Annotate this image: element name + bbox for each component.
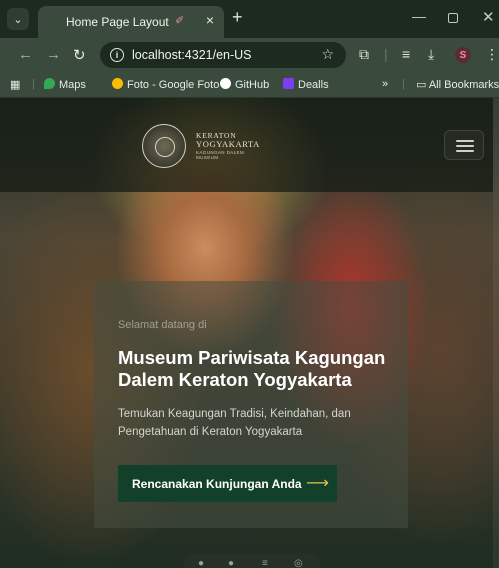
minimize-icon[interactable]: —	[412, 8, 426, 24]
hamburger-icon	[456, 150, 474, 152]
hero-welcome-text: Selamat datang di	[118, 319, 207, 331]
close-window-icon[interactable]: ✕	[482, 8, 495, 26]
page-scrollbar[interactable]	[493, 98, 499, 568]
maximize-icon[interactable]	[448, 13, 458, 23]
dock-icon[interactable]: ●	[198, 558, 204, 568]
reload-icon[interactable]: ↻	[73, 46, 86, 64]
dock-icon[interactable]: ◎	[294, 558, 303, 568]
dealls-icon	[283, 78, 294, 89]
apps-grid-icon[interactable]: ▦	[10, 78, 20, 91]
more-bookmarks-button[interactable]: »	[382, 78, 388, 90]
hero-subtitle: Temukan Keagungan Tradisi, Keindahan, da…	[118, 408, 351, 438]
bookmark-dealls[interactable]: Dealls	[283, 78, 329, 91]
bookmark-label: Foto - Google Foto	[127, 79, 220, 91]
address-bar[interactable]: i localhost:4321/en-US ☆	[100, 42, 346, 68]
bookmark-star-icon[interactable]: ☆	[321, 46, 334, 63]
bookmark-label: GitHub	[235, 79, 270, 91]
plan-visit-label: Rencanakan Kunjungan Anda	[132, 477, 302, 491]
dock-icon[interactable]: ≡	[262, 558, 268, 568]
github-icon	[220, 78, 231, 89]
folder-icon: ▭	[416, 79, 429, 91]
url-text[interactable]: localhost:4321/en-US	[132, 48, 252, 62]
bookmark-maps[interactable]: Maps	[44, 78, 86, 91]
tab-title: Home Page Layout	[66, 15, 169, 29]
hamburger-icon	[456, 140, 474, 142]
bookmark-label: Dealls	[298, 79, 329, 91]
reading-list-icon[interactable]: ≡	[402, 46, 410, 62]
all-bookmarks-label: All Bookmarks	[428, 79, 499, 91]
back-icon[interactable]: ←	[18, 46, 33, 63]
web-page: KERATON YOGYAKARTA KAGUNGAN DALEM MUSEUM…	[0, 98, 499, 568]
maps-icon	[44, 78, 55, 89]
download-icon[interactable]: ⤓	[428, 46, 434, 63]
bookmark-google-photos[interactable]: Foto - Google Foto	[112, 78, 219, 91]
logo-text-museum: MUSEUM	[196, 155, 219, 160]
bookmarks-divider: |	[402, 78, 405, 90]
browser-menu-icon[interactable]: ⋮	[485, 46, 499, 63]
floating-dock: ● ● ≡ ◎	[184, 554, 320, 568]
hero-card: Selamat datang di Museum Pariwisata Kagu…	[94, 281, 408, 528]
hamburger-menu-button[interactable]	[444, 130, 484, 160]
tab-search-button[interactable]: ⌄	[7, 8, 29, 30]
new-tab-button[interactable]: +	[232, 7, 243, 28]
toolbar-divider: |	[384, 46, 388, 62]
browser-tab-bar: ⌄ Home Page Layout ✐ × + — ✕	[0, 0, 499, 38]
browser-tab[interactable]: Home Page Layout ✐ ×	[38, 6, 224, 38]
profile-avatar[interactable]: S	[455, 47, 471, 63]
extensions-icon[interactable]: ⧉	[359, 46, 369, 63]
bookmark-github[interactable]: GitHub	[220, 78, 269, 91]
arrow-right-icon: ⟶	[306, 475, 329, 492]
bookmarks-bar: ▦ | Maps Foto - Google Foto GitHub Deall…	[0, 72, 499, 98]
close-tab-icon[interactable]: ×	[206, 12, 214, 28]
site-info-icon[interactable]: i	[110, 48, 124, 62]
browser-toolbar: ← → ↻ i localhost:4321/en-US ☆ ⧉ | ≡ ⤓ S…	[0, 38, 499, 72]
site-header: KERATON YOGYAKARTA KAGUNGAN DALEM MUSEUM	[0, 98, 493, 192]
tab-emoji-icon: ✐	[175, 15, 185, 27]
logo-text-yogyakarta[interactable]: YOGYAKARTA	[196, 139, 260, 149]
plan-visit-button[interactable]: Rencanakan Kunjungan Anda ⟶	[118, 465, 337, 502]
photos-icon	[112, 78, 123, 89]
all-bookmarks-button[interactable]: ▭ All Bookmarks	[416, 78, 499, 91]
hamburger-icon	[456, 145, 474, 147]
bookmark-label: Maps	[59, 79, 86, 91]
dock-icon[interactable]: ●	[228, 558, 234, 568]
keraton-logo-icon[interactable]	[142, 124, 186, 168]
bookmarks-divider: |	[32, 78, 35, 90]
hero-title: Museum Pariwisata Kagungan Dalem Keraton…	[118, 347, 386, 390]
forward-icon[interactable]: →	[46, 46, 61, 63]
